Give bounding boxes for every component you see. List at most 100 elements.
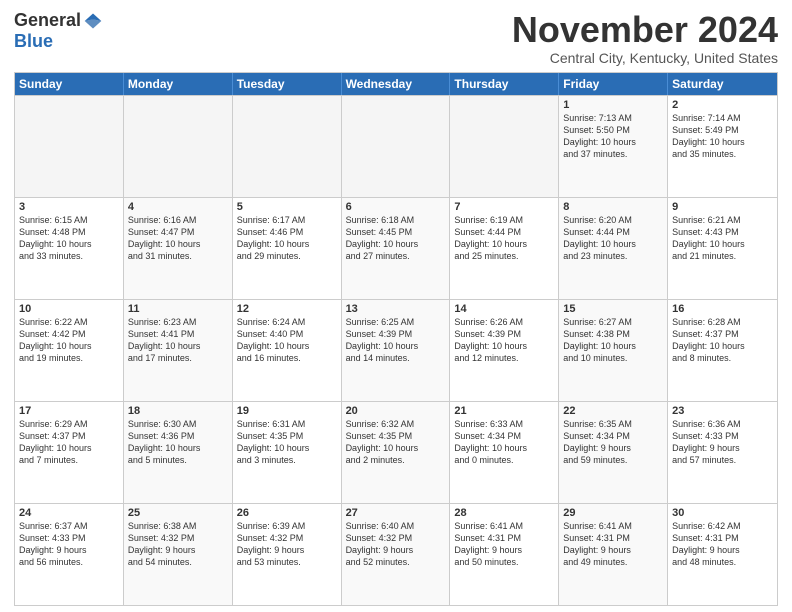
day-info-3-3: Sunrise: 6:32 AM Sunset: 4:35 PM Dayligh…: [346, 418, 446, 467]
day-num-4-2: 26: [237, 507, 337, 519]
week-row-0: 1Sunrise: 7:13 AM Sunset: 5:50 PM Daylig…: [15, 95, 777, 197]
day-info-4-2: Sunrise: 6:39 AM Sunset: 4:32 PM Dayligh…: [237, 520, 337, 569]
week-row-1: 3Sunrise: 6:15 AM Sunset: 4:48 PM Daylig…: [15, 197, 777, 299]
day-num-3-2: 19: [237, 405, 337, 417]
cal-cell-3-6: 23Sunrise: 6:36 AM Sunset: 4:33 PM Dayli…: [668, 402, 777, 503]
week-row-4: 24Sunrise: 6:37 AM Sunset: 4:33 PM Dayli…: [15, 503, 777, 605]
cal-cell-4-1: 25Sunrise: 6:38 AM Sunset: 4:32 PM Dayli…: [124, 504, 233, 605]
cal-cell-0-6: 2Sunrise: 7:14 AM Sunset: 5:49 PM Daylig…: [668, 96, 777, 197]
cal-cell-3-3: 20Sunrise: 6:32 AM Sunset: 4:35 PM Dayli…: [342, 402, 451, 503]
cal-cell-2-1: 11Sunrise: 6:23 AM Sunset: 4:41 PM Dayli…: [124, 300, 233, 401]
week-row-2: 10Sunrise: 6:22 AM Sunset: 4:42 PM Dayli…: [15, 299, 777, 401]
header-saturday: Saturday: [668, 73, 777, 95]
cal-cell-0-1: [124, 96, 233, 197]
day-info-1-2: Sunrise: 6:17 AM Sunset: 4:46 PM Dayligh…: [237, 214, 337, 263]
day-num-4-4: 28: [454, 507, 554, 519]
cal-cell-3-4: 21Sunrise: 6:33 AM Sunset: 4:34 PM Dayli…: [450, 402, 559, 503]
day-num-1-2: 5: [237, 201, 337, 213]
cal-cell-1-5: 8Sunrise: 6:20 AM Sunset: 4:44 PM Daylig…: [559, 198, 668, 299]
header-thursday: Thursday: [450, 73, 559, 95]
day-info-4-3: Sunrise: 6:40 AM Sunset: 4:32 PM Dayligh…: [346, 520, 446, 569]
day-num-2-3: 13: [346, 303, 446, 315]
day-num-3-3: 20: [346, 405, 446, 417]
day-info-0-6: Sunrise: 7:14 AM Sunset: 5:49 PM Dayligh…: [672, 112, 773, 161]
cal-cell-0-2: [233, 96, 342, 197]
day-info-2-2: Sunrise: 6:24 AM Sunset: 4:40 PM Dayligh…: [237, 316, 337, 365]
day-info-2-4: Sunrise: 6:26 AM Sunset: 4:39 PM Dayligh…: [454, 316, 554, 365]
day-info-1-0: Sunrise: 6:15 AM Sunset: 4:48 PM Dayligh…: [19, 214, 119, 263]
day-num-3-1: 18: [128, 405, 228, 417]
calendar-header: Sunday Monday Tuesday Wednesday Thursday…: [15, 73, 777, 95]
day-info-2-0: Sunrise: 6:22 AM Sunset: 4:42 PM Dayligh…: [19, 316, 119, 365]
day-num-4-6: 30: [672, 507, 773, 519]
day-info-1-3: Sunrise: 6:18 AM Sunset: 4:45 PM Dayligh…: [346, 214, 446, 263]
day-num-1-1: 4: [128, 201, 228, 213]
day-info-3-6: Sunrise: 6:36 AM Sunset: 4:33 PM Dayligh…: [672, 418, 773, 467]
day-info-0-5: Sunrise: 7:13 AM Sunset: 5:50 PM Dayligh…: [563, 112, 663, 161]
cal-cell-2-4: 14Sunrise: 6:26 AM Sunset: 4:39 PM Dayli…: [450, 300, 559, 401]
day-num-3-6: 23: [672, 405, 773, 417]
day-num-3-0: 17: [19, 405, 119, 417]
header-monday: Monday: [124, 73, 233, 95]
day-info-2-5: Sunrise: 6:27 AM Sunset: 4:38 PM Dayligh…: [563, 316, 663, 365]
header-sunday: Sunday: [15, 73, 124, 95]
day-num-2-0: 10: [19, 303, 119, 315]
day-info-4-1: Sunrise: 6:38 AM Sunset: 4:32 PM Dayligh…: [128, 520, 228, 569]
day-num-3-4: 21: [454, 405, 554, 417]
cal-cell-2-3: 13Sunrise: 6:25 AM Sunset: 4:39 PM Dayli…: [342, 300, 451, 401]
cal-cell-0-4: [450, 96, 559, 197]
cal-cell-1-4: 7Sunrise: 6:19 AM Sunset: 4:44 PM Daylig…: [450, 198, 559, 299]
logo-blue-text: Blue: [14, 31, 53, 51]
cal-cell-3-0: 17Sunrise: 6:29 AM Sunset: 4:37 PM Dayli…: [15, 402, 124, 503]
cal-cell-3-1: 18Sunrise: 6:30 AM Sunset: 4:36 PM Dayli…: [124, 402, 233, 503]
cal-cell-2-2: 12Sunrise: 6:24 AM Sunset: 4:40 PM Dayli…: [233, 300, 342, 401]
day-info-4-6: Sunrise: 6:42 AM Sunset: 4:31 PM Dayligh…: [672, 520, 773, 569]
header-friday: Friday: [559, 73, 668, 95]
day-num-2-4: 14: [454, 303, 554, 315]
cal-cell-3-2: 19Sunrise: 6:31 AM Sunset: 4:35 PM Dayli…: [233, 402, 342, 503]
cal-cell-0-0: [15, 96, 124, 197]
cal-cell-4-2: 26Sunrise: 6:39 AM Sunset: 4:32 PM Dayli…: [233, 504, 342, 605]
page: General Blue November 2024 Central City,…: [0, 0, 792, 612]
cal-cell-1-0: 3Sunrise: 6:15 AM Sunset: 4:48 PM Daylig…: [15, 198, 124, 299]
day-num-2-6: 16: [672, 303, 773, 315]
logo-general-text: General: [14, 10, 81, 31]
cal-cell-4-4: 28Sunrise: 6:41 AM Sunset: 4:31 PM Dayli…: [450, 504, 559, 605]
header: General Blue November 2024 Central City,…: [14, 10, 778, 66]
day-num-1-3: 6: [346, 201, 446, 213]
day-info-3-5: Sunrise: 6:35 AM Sunset: 4:34 PM Dayligh…: [563, 418, 663, 467]
day-num-3-5: 22: [563, 405, 663, 417]
day-info-3-2: Sunrise: 6:31 AM Sunset: 4:35 PM Dayligh…: [237, 418, 337, 467]
logo-icon: [83, 11, 103, 31]
day-num-2-2: 12: [237, 303, 337, 315]
logo: General Blue: [14, 10, 103, 52]
calendar-body: 1Sunrise: 7:13 AM Sunset: 5:50 PM Daylig…: [15, 95, 777, 605]
cal-cell-4-5: 29Sunrise: 6:41 AM Sunset: 4:31 PM Dayli…: [559, 504, 668, 605]
header-wednesday: Wednesday: [342, 73, 451, 95]
day-info-4-4: Sunrise: 6:41 AM Sunset: 4:31 PM Dayligh…: [454, 520, 554, 569]
day-info-2-6: Sunrise: 6:28 AM Sunset: 4:37 PM Dayligh…: [672, 316, 773, 365]
day-num-4-5: 29: [563, 507, 663, 519]
day-info-1-5: Sunrise: 6:20 AM Sunset: 4:44 PM Dayligh…: [563, 214, 663, 263]
day-num-2-5: 15: [563, 303, 663, 315]
day-num-1-5: 8: [563, 201, 663, 213]
cal-cell-0-5: 1Sunrise: 7:13 AM Sunset: 5:50 PM Daylig…: [559, 96, 668, 197]
day-num-0-5: 1: [563, 99, 663, 111]
cal-cell-4-0: 24Sunrise: 6:37 AM Sunset: 4:33 PM Dayli…: [15, 504, 124, 605]
cal-cell-1-1: 4Sunrise: 6:16 AM Sunset: 4:47 PM Daylig…: [124, 198, 233, 299]
day-info-1-1: Sunrise: 6:16 AM Sunset: 4:47 PM Dayligh…: [128, 214, 228, 263]
cal-cell-0-3: [342, 96, 451, 197]
day-num-1-0: 3: [19, 201, 119, 213]
cal-cell-2-5: 15Sunrise: 6:27 AM Sunset: 4:38 PM Dayli…: [559, 300, 668, 401]
cal-cell-3-5: 22Sunrise: 6:35 AM Sunset: 4:34 PM Dayli…: [559, 402, 668, 503]
day-num-2-1: 11: [128, 303, 228, 315]
day-info-1-6: Sunrise: 6:21 AM Sunset: 4:43 PM Dayligh…: [672, 214, 773, 263]
day-num-1-6: 9: [672, 201, 773, 213]
day-info-4-0: Sunrise: 6:37 AM Sunset: 4:33 PM Dayligh…: [19, 520, 119, 569]
cal-cell-1-3: 6Sunrise: 6:18 AM Sunset: 4:45 PM Daylig…: [342, 198, 451, 299]
day-info-2-1: Sunrise: 6:23 AM Sunset: 4:41 PM Dayligh…: [128, 316, 228, 365]
day-info-4-5: Sunrise: 6:41 AM Sunset: 4:31 PM Dayligh…: [563, 520, 663, 569]
calendar: Sunday Monday Tuesday Wednesday Thursday…: [14, 72, 778, 606]
day-num-4-0: 24: [19, 507, 119, 519]
day-info-3-4: Sunrise: 6:33 AM Sunset: 4:34 PM Dayligh…: [454, 418, 554, 467]
